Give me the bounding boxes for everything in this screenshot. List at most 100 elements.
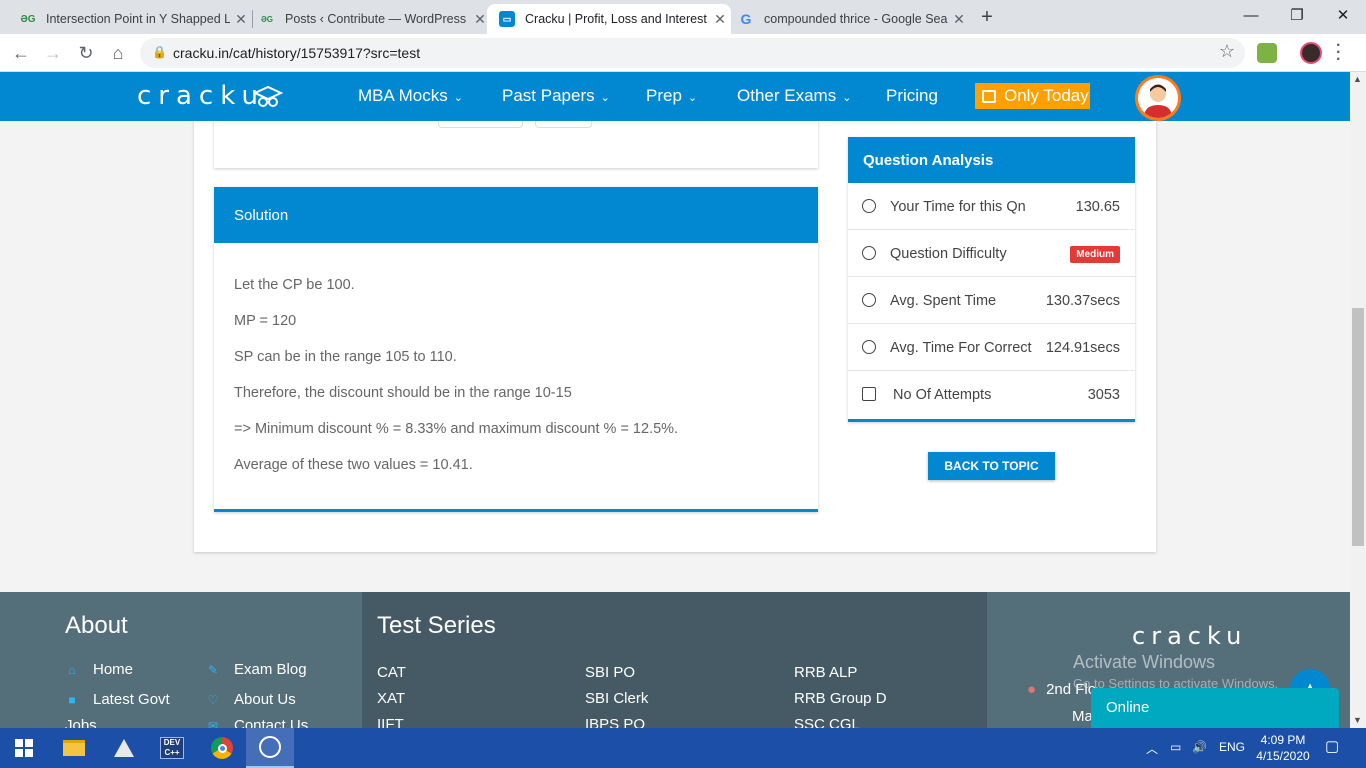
browser-tab-4[interactable]: G compounded thrice - Google Sea ✕ (726, 4, 970, 34)
tray-chevron-up-icon[interactable]: ︿ (1146, 740, 1158, 757)
alarm-icon (862, 340, 876, 354)
nav-label: Pricing (886, 86, 938, 105)
graduation-cap-icon (253, 85, 283, 107)
solution-line: => Minimum discount % = 8.33% and maximu… (234, 421, 679, 437)
geeksforgeeks-icon: ƏG (20, 13, 36, 25)
windows-start-icon[interactable] (0, 728, 48, 768)
inkscape-icon[interactable] (100, 728, 148, 768)
file-explorer-icon[interactable] (50, 728, 98, 768)
url-text: cracku.in/cat/history/15753917?src=test (173, 45, 421, 61)
address-bar[interactable]: 🔒 cracku.in/cat/history/15753917?src=tes… (140, 38, 1245, 68)
battery-icon[interactable]: ▭ (1170, 740, 1181, 754)
footer-link-label: About Us (234, 691, 296, 708)
reload-icon[interactable]: ↻ (73, 40, 99, 66)
taskbar-clock[interactable]: 4:09 PM 4/15/2020 (1248, 732, 1318, 764)
tab-title: Cracku | Profit, Loss and Interest (525, 12, 707, 26)
footer-link-contact-us[interactable]: ✉ Contact Us (206, 717, 308, 728)
nav-pricing[interactable]: Pricing (886, 86, 938, 106)
footer-address-line2: Ma (1072, 708, 1093, 725)
chevron-down-icon: ⌄ (600, 92, 610, 104)
analysis-value: 124.91secs (1045, 340, 1120, 356)
chevron-down-icon: ⌄ (842, 92, 852, 104)
test-series-link[interactable]: IBPS PO (585, 716, 645, 728)
test-series-link[interactable]: RRB Group D (794, 690, 887, 707)
windows-taskbar: DEV C++ ︿ ▭ 🔊 ENG 4:09 PM 4/15/2020 ▢ (0, 728, 1366, 768)
forward-arrow-icon[interactable]: → (40, 40, 66, 66)
test-series-link[interactable]: RRB ALP (794, 664, 857, 681)
footer-link-about-us[interactable]: ♡ About Us (206, 691, 296, 708)
analysis-row-avg-correct: Avg. Time For Correct 124.91secs (848, 324, 1135, 371)
solution-title: Solution (214, 187, 818, 243)
tab-title: Posts ‹ Contribute — WordPress (285, 12, 467, 26)
nav-label: Prep (646, 86, 682, 105)
difficulty-badge: Medium (1070, 246, 1120, 263)
windows-logo (15, 739, 33, 757)
nav-label: Other Exams (737, 86, 837, 105)
nav-other-exams[interactable]: Other Exams ⌄ (737, 86, 851, 106)
test-series-link[interactable]: SSC CGL (794, 716, 860, 728)
test-series-link[interactable]: XAT (377, 690, 405, 707)
footer-link-label: Latest Govt (93, 691, 170, 708)
window-close-button[interactable]: ✕ (1320, 4, 1366, 28)
browser-tab-3[interactable]: ▭ Cracku | Profit, Loss and Interest ✕ (487, 4, 731, 34)
solution-line: MP = 120 (234, 313, 297, 329)
edit-icon (862, 387, 876, 401)
footer-link-latest-govt[interactable]: ■ Latest Govt (65, 691, 170, 708)
page-scrollbar[interactable]: ▲ ▼ (1350, 72, 1366, 728)
nav-past-papers[interactable]: Past Papers ⌄ (502, 86, 610, 106)
clock-icon (862, 293, 876, 307)
test-series-link[interactable]: IIFT (377, 716, 404, 728)
volume-icon[interactable]: 🔊 (1192, 740, 1207, 754)
heart-icon: ♡ (207, 693, 219, 707)
user-avatar[interactable] (1135, 75, 1181, 121)
test-series-link[interactable]: SBI Clerk (585, 690, 648, 707)
online-chat-widget[interactable]: Online (1091, 688, 1339, 728)
profile-avatar[interactable] (1300, 42, 1322, 64)
minimize-button[interactable]: — (1228, 4, 1274, 28)
new-tab-button[interactable]: + (976, 6, 998, 28)
footer-link-exam-blog[interactable]: ✎ Exam Blog (206, 661, 307, 678)
browser-toolbar: ← → ↻ ⌂ 🔒 cracku.in/cat/history/15753917… (0, 34, 1366, 72)
test-series-link[interactable]: CAT (377, 664, 406, 681)
solution-body: Let the CP be 100. MP = 120 SP can be in… (214, 243, 818, 493)
scrollbar-thumb[interactable] (1352, 308, 1364, 546)
scroll-down-icon[interactable]: ▼ (1353, 715, 1362, 725)
briefcase-icon: ■ (68, 693, 76, 707)
language-indicator[interactable]: ENG (1219, 740, 1245, 754)
tab-title: Intersection Point in Y Shapped L (46, 12, 230, 26)
close-icon[interactable]: ✕ (948, 11, 970, 28)
footer-about: About ⌂ Home ✎ Exam Blog ■ Latest Govt ♡ Abo… (0, 592, 362, 728)
solution-line: Therefore, the discount should be in the… (234, 385, 572, 401)
question-icon (862, 246, 876, 260)
footer-link-jobs[interactable]: Jobs (65, 717, 97, 728)
nav-prep[interactable]: Prep ⌄ (646, 86, 697, 106)
site-logo[interactable]: cracku (137, 81, 283, 111)
photos-icon[interactable] (246, 728, 294, 768)
nav-mba-mocks[interactable]: MBA Mocks ⌄ (358, 86, 463, 106)
devcpp-icon[interactable]: DEV C++ (148, 728, 196, 768)
site-footer: About ⌂ Home ✎ Exam Blog ■ Latest Govt ♡ Abo… (0, 592, 1350, 728)
pencil-icon: ✎ (207, 663, 219, 677)
extension-icon[interactable] (1257, 43, 1277, 63)
menu-kebab-icon[interactable]: · · · (1336, 38, 1341, 68)
back-arrow-icon[interactable]: ← (8, 40, 34, 66)
chrome-icon[interactable] (198, 728, 246, 768)
footer-link-home[interactable]: ⌂ Home (65, 661, 133, 678)
home-icon[interactable]: ⌂ (105, 40, 131, 66)
maximize-button[interactable]: ❐ (1274, 4, 1320, 28)
promo-label: Only Today (1004, 86, 1089, 105)
geeksforgeeks-icon: ƏG (260, 14, 274, 24)
back-to-topic-button[interactable]: BACK TO TOPIC (928, 452, 1055, 480)
location-pin-icon: ● (1027, 681, 1037, 698)
scroll-up-icon[interactable]: ▲ (1353, 74, 1362, 84)
windows-activation-watermark: Activate Windows (1073, 652, 1216, 672)
notification-icon[interactable]: ▢ (1325, 737, 1339, 755)
clock-date: 4/15/2020 (1256, 749, 1310, 763)
lock-icon: 🔒 (152, 45, 167, 59)
analysis-label: Question Difficulty (890, 246, 1007, 262)
browser-tab-2[interactable]: ƏG Posts ‹ Contribute — WordPress ✕ (247, 4, 491, 34)
test-series-link[interactable]: SBI PO (585, 664, 635, 681)
bookmark-star-icon[interactable]: ☆ (1219, 41, 1235, 62)
only-today-button[interactable]: Only Today (975, 83, 1090, 109)
browser-tab-1[interactable]: ƏG Intersection Point in Y Shapped L ✕ (8, 4, 252, 34)
